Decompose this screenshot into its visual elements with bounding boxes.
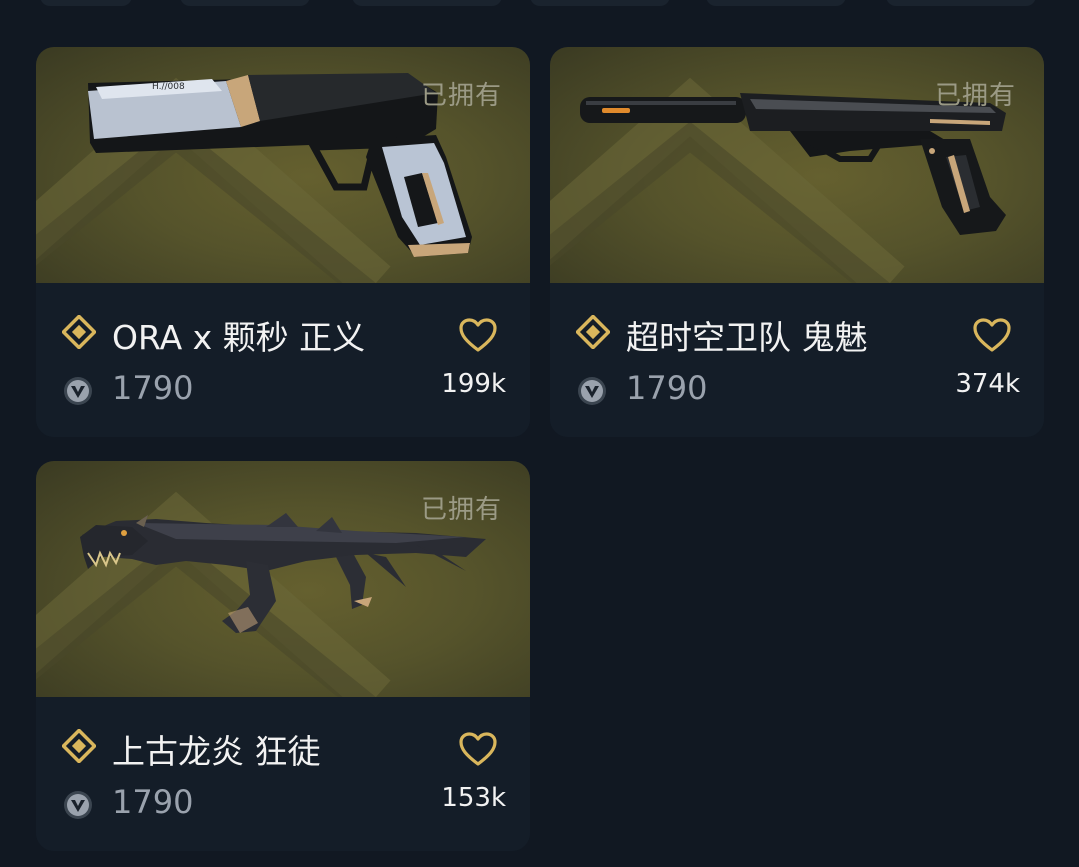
premium-tier-diamond-icon	[576, 315, 610, 349]
filter-pill[interactable]	[530, 0, 670, 6]
heart-outline-icon[interactable]	[458, 731, 498, 767]
skin-image: 已拥有	[36, 461, 530, 697]
skin-image: 已拥有	[550, 47, 1044, 283]
card-info: ORA x 颗秒 正义 1790 199k	[36, 283, 530, 437]
price: 1790	[112, 783, 194, 821]
price: 1790	[626, 369, 708, 407]
filter-pill[interactable]	[886, 0, 1036, 6]
skin-name: ORA x 颗秒 正义	[112, 318, 366, 357]
premium-tier-diamond-icon	[62, 729, 96, 763]
premium-tier-diamond-icon	[62, 315, 96, 349]
skin-card[interactable]: 已拥有 超时空卫队 鬼魅 1790 374k	[550, 47, 1044, 437]
card-info: 超时空卫队 鬼魅 1790 374k	[550, 283, 1044, 437]
likes-count: 199k	[441, 369, 506, 399]
skin-name: 超时空卫队 鬼魅	[626, 318, 868, 357]
filter-pill[interactable]	[40, 0, 132, 6]
valorant-points-icon	[64, 791, 92, 819]
card-info: 上古龙炎 狂徒 1790 153k	[36, 697, 530, 851]
price: 1790	[112, 369, 194, 407]
skin-image: H.//008 已拥有	[36, 47, 530, 283]
skin-card[interactable]: H.//008 已拥有 ORA x 颗秒 正义 1790 199k	[36, 47, 530, 437]
likes-count: 153k	[441, 783, 506, 813]
owned-label: 已拥有	[420, 81, 502, 111]
skin-card[interactable]: 已拥有 上古龙炎 狂徒 1790 153k	[36, 461, 530, 851]
valorant-points-icon	[64, 377, 92, 405]
owned-label: 已拥有	[420, 495, 502, 525]
heart-outline-icon[interactable]	[458, 317, 498, 353]
likes-count: 374k	[955, 369, 1020, 399]
skin-name: 上古龙炎 狂徒	[112, 732, 321, 771]
top-filter-bar-partial	[0, 0, 1079, 14]
heart-outline-icon[interactable]	[972, 317, 1012, 353]
owned-label: 已拥有	[934, 81, 1016, 111]
filter-pill[interactable]	[352, 0, 502, 6]
filter-pill[interactable]	[180, 0, 310, 6]
svg-text:H.//008: H.//008	[152, 82, 185, 92]
filter-pill[interactable]	[706, 0, 846, 6]
valorant-points-icon	[578, 377, 606, 405]
